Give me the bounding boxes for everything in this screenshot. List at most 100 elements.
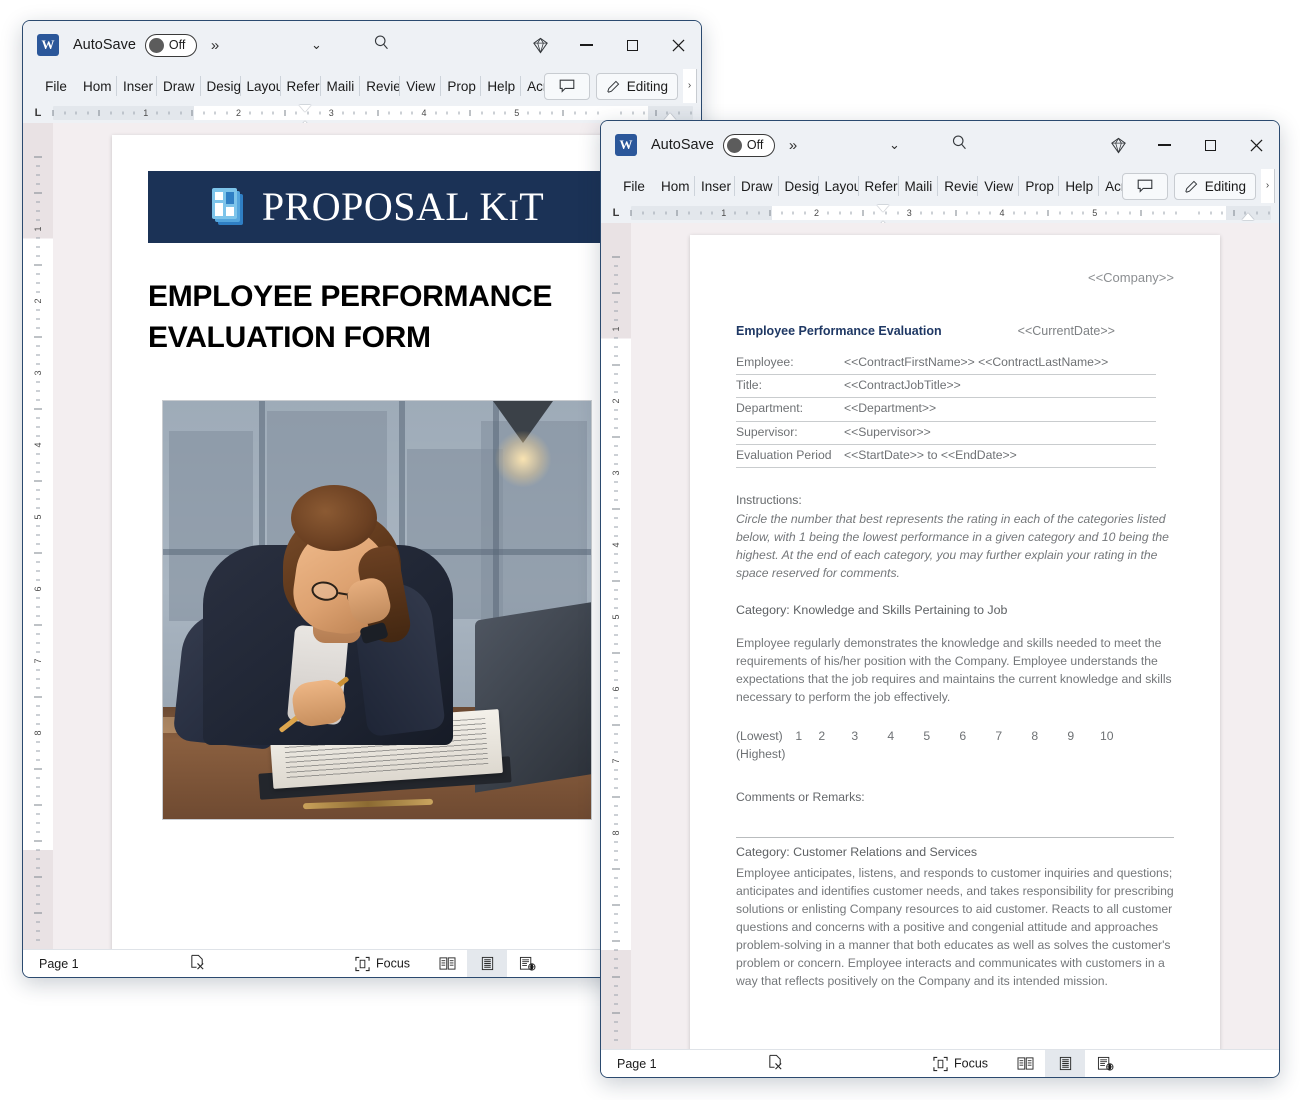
tab-draw[interactable]: Draw (735, 169, 779, 203)
tab-stop-selector[interactable]: L (601, 203, 631, 223)
quick-access-overflow-button[interactable]: » (211, 37, 219, 54)
close-button[interactable] (655, 21, 701, 69)
maximize-button[interactable] (609, 21, 655, 69)
vertical-ruler[interactable]: 12345678 (23, 123, 53, 949)
search-icon[interactable] (373, 34, 390, 56)
read-mode-icon[interactable] (1005, 1050, 1045, 1077)
scale-number-1[interactable]: 1 (791, 728, 807, 746)
horizontal-ruler-track[interactable]: 12345 (630, 205, 1271, 234)
scale-number-4[interactable]: 4 (873, 728, 909, 746)
tab-draw-label: Draw (741, 178, 773, 194)
web-layout-icon[interactable] (507, 950, 547, 977)
horizontal-ruler-track[interactable]: 12345 (52, 105, 693, 134)
diamond-icon[interactable] (1095, 121, 1141, 169)
tab-proposal-kit[interactable]: Prop (1019, 169, 1060, 203)
scale-number-7[interactable]: 7 (981, 728, 1017, 746)
tab-insert[interactable]: Inser (117, 69, 157, 103)
search-icon[interactable] (951, 134, 968, 156)
tab-layout-label: Layou (824, 178, 859, 194)
tab-insert[interactable]: Inser (695, 169, 735, 203)
rating-scale-1[interactable]: (Lowest) 1 2 3 4 5 6 7 8 9 10 (736, 728, 1174, 746)
tab-file[interactable]: File (35, 69, 77, 103)
tab-design[interactable]: Desig (201, 69, 241, 103)
horizontal-ruler[interactable]: L 12345 (23, 103, 701, 134)
print-layout-icon[interactable] (467, 950, 507, 977)
print-layout-icon[interactable] (1045, 1050, 1085, 1077)
document-page-1[interactable]: PROPOSAL KIT EMPLOYEE PERFORMANCE EVALUA… (112, 135, 642, 949)
first-line-indent-marker[interactable] (877, 205, 890, 212)
tab-design[interactable]: Desig (779, 169, 819, 203)
tab-layout[interactable]: Layou (819, 169, 859, 203)
tab-references[interactable]: Refer (859, 169, 899, 203)
first-line-indent-marker[interactable] (299, 105, 312, 112)
tab-view[interactable]: View (978, 169, 1020, 203)
word-icon: W (615, 134, 637, 156)
scale-number-9[interactable]: 9 (1053, 728, 1089, 746)
word-window-form-document[interactable]: W AutoSave Off » ⌄ File Hom Inser Draw D… (600, 120, 1280, 1078)
tab-home[interactable]: Hom (655, 169, 695, 203)
tab-file[interactable]: File (613, 169, 655, 203)
vertical-ruler[interactable]: 12345678 (601, 223, 631, 1049)
scale-number-10[interactable]: 10 (1089, 728, 1125, 746)
tab-help[interactable]: Help (481, 69, 521, 103)
read-mode-icon[interactable] (427, 950, 467, 977)
document-page-1[interactable]: <<Company>> Employee Performance Evaluat… (690, 235, 1220, 1049)
web-layout-icon[interactable] (1085, 1050, 1125, 1077)
tab-references[interactable]: Refer (281, 69, 321, 103)
quick-access-chevron-down-icon[interactable]: ⌄ (311, 37, 322, 53)
ribbon-expand-caret[interactable]: › (1261, 169, 1275, 203)
table-row: Evaluation Period <<StartDate>> to <<End… (736, 444, 1157, 468)
row-value: <<Department>> (844, 397, 1157, 422)
tab-help[interactable]: Help (1059, 169, 1099, 203)
autosave-toggle[interactable]: Off (722, 133, 775, 157)
proofing-errors-icon[interactable] (189, 954, 206, 974)
tab-layout[interactable]: Layou (241, 69, 281, 103)
form-heading: Employee Performance Evaluation (736, 323, 942, 338)
tab-home[interactable]: Hom (77, 69, 117, 103)
diamond-icon[interactable] (517, 21, 563, 69)
ribbon-right-controls: Editing › (543, 69, 697, 103)
close-button[interactable] (1233, 121, 1279, 169)
instructions-label: Instructions: (736, 492, 802, 507)
focus-icon (355, 956, 370, 971)
scale-number-3[interactable]: 3 (837, 728, 873, 746)
desktop-background: W AutoSave Off » ⌄ File Hom Inser Draw D… (0, 0, 1300, 1100)
window-controls (1095, 121, 1279, 169)
minimize-button[interactable] (563, 21, 609, 69)
comments-button[interactable] (543, 72, 590, 100)
focus-mode-button[interactable]: Focus (355, 956, 410, 971)
maximize-button[interactable] (1187, 121, 1233, 169)
right-indent-marker[interactable] (1242, 213, 1255, 220)
editing-mode-button[interactable]: Editing (1173, 172, 1256, 200)
focus-mode-button[interactable]: Focus (933, 1056, 988, 1071)
page-number-indicator[interactable]: Page 1 (39, 957, 79, 971)
tab-mailings[interactable]: Maili (321, 69, 361, 103)
tab-mailings[interactable]: Maili (899, 169, 939, 203)
document-canvas[interactable]: <<Company>> Employee Performance Evaluat… (631, 223, 1279, 1049)
scale-number-6[interactable]: 6 (945, 728, 981, 746)
form-content[interactable]: <<Company>> Employee Performance Evaluat… (690, 235, 1220, 990)
comments-button[interactable] (1121, 172, 1168, 200)
scale-number-2[interactable]: 2 (807, 728, 837, 746)
scale-number-5[interactable]: 5 (909, 728, 945, 746)
quick-access-overflow-button[interactable]: » (789, 137, 797, 154)
editing-mode-button[interactable]: Editing (595, 72, 678, 100)
autosave-toggle-knob (726, 137, 742, 153)
proofing-errors-icon[interactable] (767, 1054, 784, 1074)
tab-view[interactable]: View (400, 69, 442, 103)
tab-review[interactable]: Revie (360, 69, 401, 103)
page-number-indicator[interactable]: Page 1 (617, 1057, 657, 1071)
tab-stop-selector[interactable]: L (23, 103, 53, 123)
autosave-toggle[interactable]: Off (144, 33, 197, 57)
minimize-button[interactable] (1141, 121, 1187, 169)
tab-proposal-kit[interactable]: Prop (441, 69, 482, 103)
horizontal-ruler[interactable]: L 12345 (601, 203, 1279, 234)
tab-review[interactable]: Revie (938, 169, 979, 203)
right-indent-marker[interactable] (664, 113, 677, 120)
tab-draw[interactable]: Draw (157, 69, 201, 103)
ribbon-expand-caret[interactable]: › (683, 69, 697, 103)
quick-access-chevron-down-icon[interactable]: ⌄ (889, 137, 900, 153)
scale-number-8[interactable]: 8 (1017, 728, 1053, 746)
category-1-heading: Category: Knowledge and Skills Pertainin… (736, 602, 1008, 617)
horizontal-ruler-ticks: 12345 (52, 106, 693, 120)
